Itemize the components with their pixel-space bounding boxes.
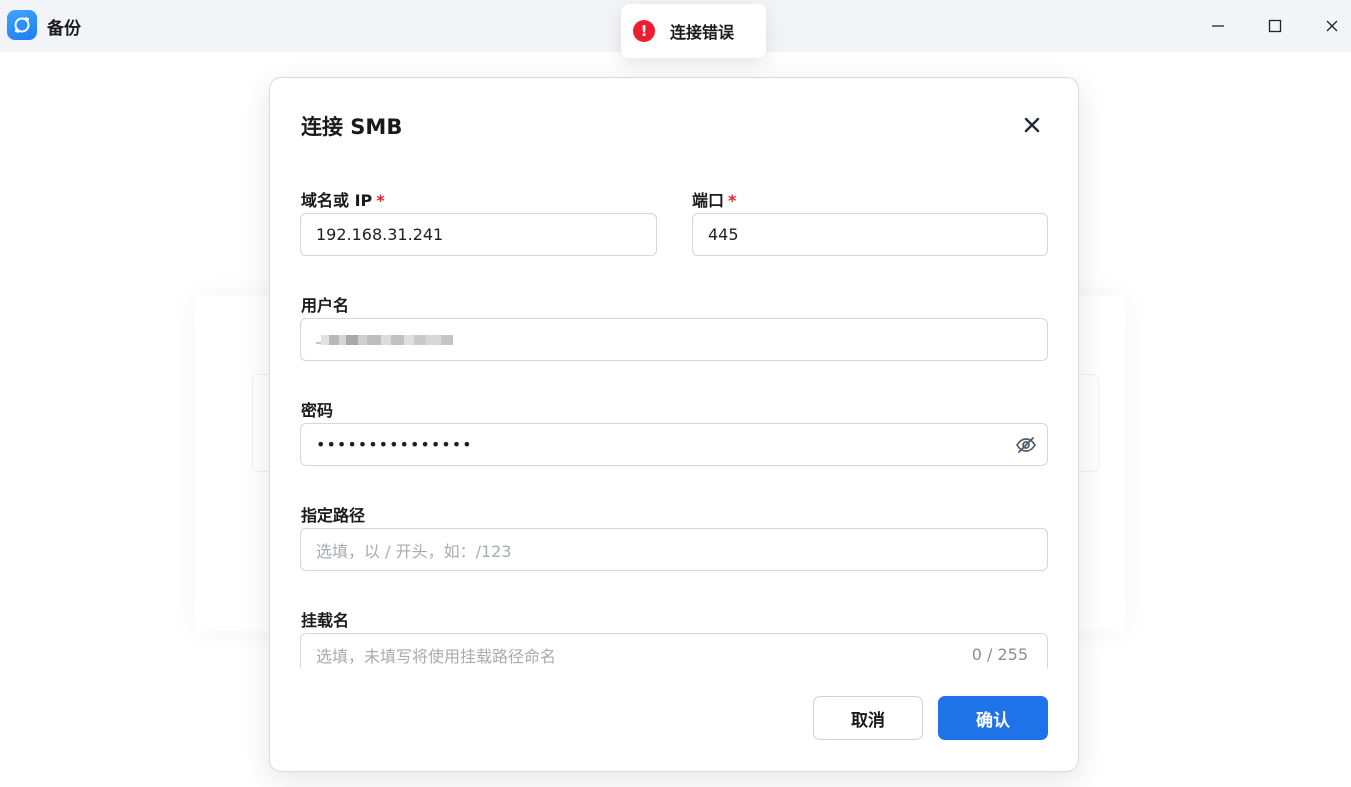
dialog-title: 连接 SMB bbox=[301, 115, 403, 139]
minimize-icon bbox=[1212, 25, 1224, 27]
minimize-button[interactable] bbox=[1200, 8, 1236, 44]
username-label: 用户名 bbox=[301, 296, 350, 315]
error-toast: ! 连接错误 bbox=[621, 4, 766, 58]
error-icon: ! bbox=[633, 20, 655, 42]
host-input[interactable]: 192.168.31.241 bbox=[300, 213, 657, 256]
scroll-clip bbox=[270, 668, 1076, 688]
password-value: ••••••••••••••• bbox=[316, 435, 473, 454]
cancel-button[interactable]: 取消 bbox=[813, 696, 923, 740]
close-icon bbox=[1326, 20, 1338, 32]
port-label: 端口 * bbox=[692, 187, 736, 211]
port-input[interactable]: 445 bbox=[692, 213, 1048, 256]
app-backup-icon bbox=[7, 10, 37, 40]
host-value: 192.168.31.241 bbox=[316, 225, 444, 244]
username-input[interactable] bbox=[300, 318, 1048, 361]
eye-off-icon[interactable] bbox=[1015, 434, 1037, 456]
char-counter: 0 / 255 bbox=[971, 645, 1028, 664]
close-icon bbox=[1024, 117, 1040, 133]
confirm-button[interactable]: 确认 bbox=[938, 696, 1048, 740]
path-placeholder: 选填，以 / 开头，如：/123 bbox=[316, 541, 512, 561]
close-window-button[interactable] bbox=[1314, 8, 1350, 44]
password-label: 密码 bbox=[301, 401, 334, 420]
host-label: 域名或 IP * bbox=[301, 187, 385, 211]
smb-connect-dialog: 连接 SMB 域名或 IP * 192.168.31.241 端口 * 445 用户… bbox=[269, 77, 1079, 772]
path-input[interactable]: 选填，以 / 开头，如：/123 bbox=[300, 528, 1048, 571]
toast-message: 连接错误 bbox=[670, 23, 735, 42]
maximize-icon bbox=[1268, 19, 1282, 33]
maximize-button[interactable] bbox=[1257, 8, 1293, 44]
required-mark: * bbox=[728, 191, 737, 210]
dialog-close-button[interactable] bbox=[1018, 111, 1046, 139]
port-value: 445 bbox=[708, 225, 739, 244]
path-label: 指定路径 bbox=[301, 506, 366, 525]
required-mark: * bbox=[376, 191, 385, 210]
password-input[interactable]: ••••••••••••••• bbox=[300, 423, 1048, 466]
host-label-text: 域名或 IP bbox=[301, 191, 373, 210]
mount-name-label: 挂载名 bbox=[301, 611, 350, 630]
port-label-text: 端口 bbox=[692, 191, 725, 210]
mount-name-placeholder: 选填，未填写将使用挂载路径命名 bbox=[316, 646, 557, 666]
redacted-username bbox=[316, 334, 453, 346]
window-title: 备份 bbox=[47, 19, 81, 39]
